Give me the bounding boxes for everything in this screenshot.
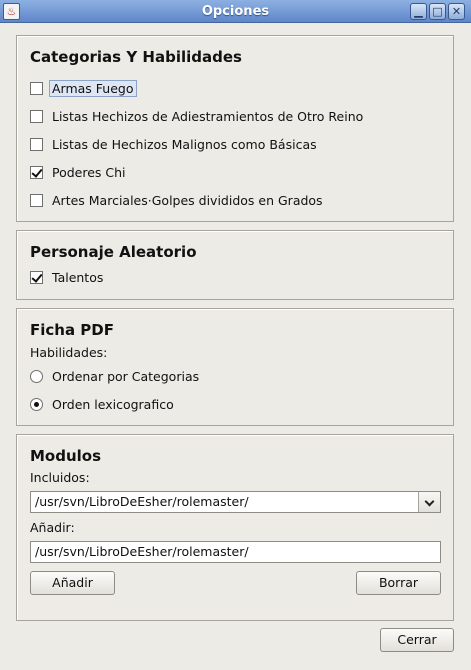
- categorias-title: Categorias Y Habilidades: [30, 48, 242, 66]
- radio-label[interactable]: Orden lexicografico: [52, 397, 174, 412]
- checkbox-label[interactable]: Listas de Hechizos Malignos como Básicas: [52, 137, 317, 152]
- radio-ordenar-categorias[interactable]: Ordenar por Categorias: [30, 366, 199, 386]
- checkbox-label[interactable]: Armas Fuego: [49, 79, 137, 97]
- habilidades-label: Habilidades:: [30, 345, 108, 360]
- radio-label[interactable]: Ordenar por Categorias: [52, 369, 199, 384]
- checkbox-label[interactable]: Listas Hechizos de Adiestramientos de Ot…: [52, 109, 363, 124]
- anadir-label: Añadir:: [30, 520, 75, 535]
- chevron-down-icon[interactable]: [418, 492, 440, 512]
- incluidos-label: Incluidos:: [30, 470, 90, 485]
- minimize-icon[interactable]: ▁: [410, 3, 427, 20]
- cerrar-button[interactable]: Cerrar: [380, 628, 454, 652]
- modulos-title: Modulos: [30, 447, 102, 465]
- checkbox-box[interactable]: [30, 193, 43, 207]
- checkbox-label[interactable]: Talentos: [52, 270, 103, 285]
- checkbox-artes-marciales[interactable]: Artes Marciales·Golpes divididos en Grad…: [30, 190, 323, 210]
- title-bar: ♨ Opciones ▁ □ ✕: [0, 0, 471, 23]
- ficha-title: Ficha PDF: [30, 321, 114, 339]
- radio-button[interactable]: [30, 369, 43, 383]
- checkbox-listas-hechizos-adiestramientos[interactable]: Listas Hechizos de Adiestramientos de Ot…: [30, 106, 363, 126]
- checkbox-hechizos-malignos[interactable]: Listas de Hechizos Malignos como Básicas: [30, 134, 317, 154]
- ficha-panel: Ficha PDF Habilidades: Ordenar por Categ…: [16, 308, 454, 426]
- radio-orden-lexicografico[interactable]: Orden lexicografico: [30, 394, 174, 414]
- checkbox-label[interactable]: Artes Marciales·Golpes divididos en Grad…: [52, 193, 323, 208]
- personaje-panel: Personaje Aleatorio Talentos: [16, 230, 454, 300]
- borrar-button[interactable]: Borrar: [356, 571, 441, 595]
- incluidos-combobox[interactable]: /usr/svn/LibroDeEsher/rolemaster/: [30, 491, 441, 513]
- checkbox-box[interactable]: [30, 109, 43, 123]
- close-icon[interactable]: ✕: [448, 3, 465, 20]
- personaje-title: Personaje Aleatorio: [30, 243, 197, 261]
- anadir-button[interactable]: Añadir: [30, 571, 115, 595]
- anadir-value: /usr/svn/LibroDeEsher/rolemaster/: [35, 544, 249, 559]
- incluidos-value: /usr/svn/LibroDeEsher/rolemaster/: [35, 494, 249, 509]
- anadir-input[interactable]: /usr/svn/LibroDeEsher/rolemaster/: [30, 541, 441, 563]
- checkbox-label[interactable]: Poderes Chi: [52, 165, 126, 180]
- checkbox-box[interactable]: [30, 81, 43, 95]
- categorias-panel: Categorias Y Habilidades Armas Fuego Lis…: [16, 35, 454, 222]
- checkbox-box[interactable]: [30, 137, 43, 151]
- radio-button[interactable]: [30, 397, 43, 411]
- maximize-icon[interactable]: □: [429, 3, 446, 20]
- checkbox-poderes-chi[interactable]: Poderes Chi: [30, 162, 126, 182]
- modulos-panel: Modulos Incluidos: /usr/svn/LibroDeEsher…: [16, 434, 454, 621]
- checkbox-talentos[interactable]: Talentos: [30, 267, 103, 287]
- checkbox-box[interactable]: [30, 270, 43, 284]
- checkbox-box[interactable]: [30, 165, 43, 179]
- checkbox-armas-fuego[interactable]: Armas Fuego: [30, 78, 137, 98]
- window-title: Opciones: [201, 4, 270, 19]
